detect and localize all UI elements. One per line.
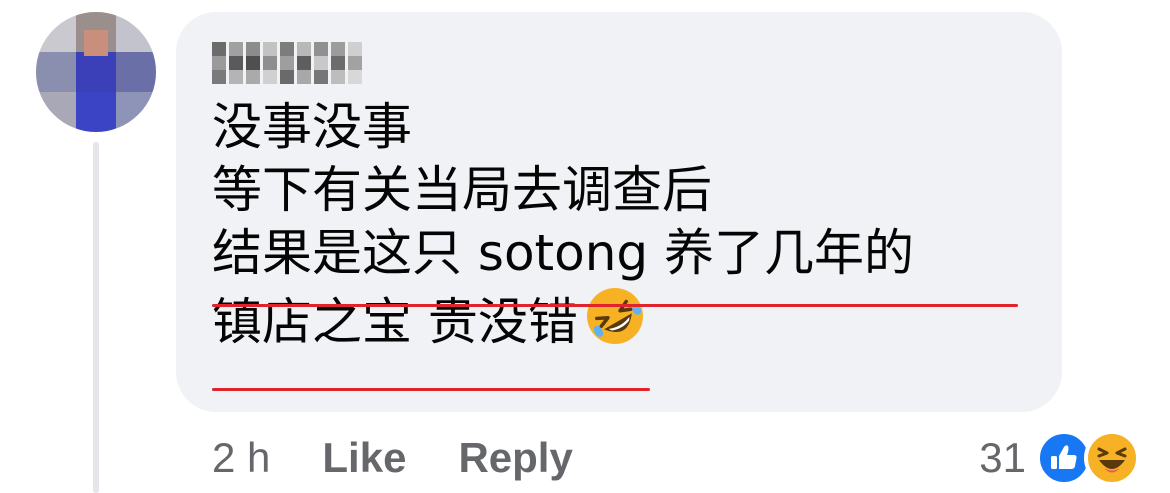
comment-line: 没事没事	[212, 98, 412, 156]
comment-line: 等下有关当局去调查后	[212, 161, 712, 219]
thread-line	[93, 142, 99, 493]
timestamp[interactable]: 2 h	[212, 434, 270, 482]
comment-line-last: 镇店之宝 贵没错	[212, 285, 914, 351]
author-name-pixelated[interactable]	[212, 42, 362, 84]
comment-actions: 2 h Like Reply	[212, 428, 625, 488]
avatar[interactable]	[36, 12, 156, 132]
rolling-laughing-emoji-icon	[584, 285, 646, 347]
red-underline-annotation	[212, 388, 650, 391]
comment-line: 结果是这只 sotong 养了几年的	[212, 224, 915, 282]
comment-text: 没事没事 等下有关当局去调查后 结果是这只 sotong 养了几年的 镇店之宝 …	[212, 96, 915, 351]
like-button[interactable]: Like	[322, 434, 406, 482]
comment-line-text: 镇店之宝 贵没错	[212, 293, 578, 351]
reply-button[interactable]: Reply	[458, 434, 572, 482]
red-underline-annotation	[212, 304, 1018, 307]
haha-reaction-icon	[1084, 430, 1140, 486]
comment-container: 没事没事 等下有关当局去调查后 结果是这只 sotong 养了几年的 镇店之宝 …	[0, 0, 1170, 493]
reactions-summary[interactable]: 31	[979, 426, 1140, 490]
reaction-count: 31	[979, 434, 1026, 481]
